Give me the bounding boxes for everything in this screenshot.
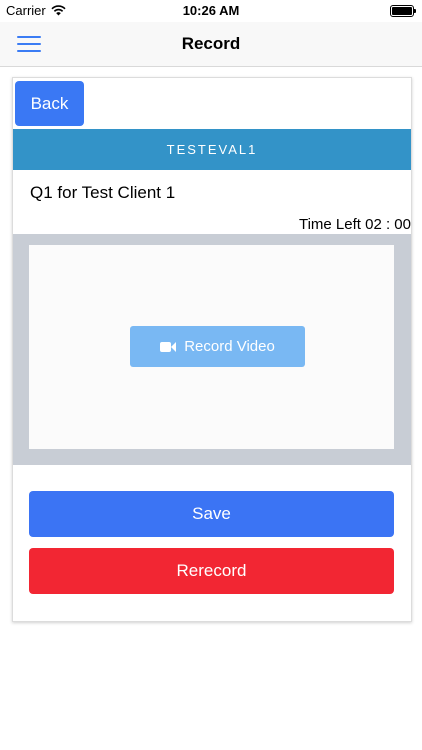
nav-bar: Record [0, 22, 422, 67]
section-header: TESTEVAL1 [13, 129, 411, 170]
record-video-button[interactable]: Record Video [130, 326, 305, 367]
rerecord-button[interactable]: Rerecord [29, 548, 394, 594]
record-card: Back TESTEVAL1 Q1 for Test Client 1 Time… [12, 77, 412, 622]
status-time: 10:26 AM [182, 3, 240, 18]
video-preview: Record Video [29, 245, 394, 449]
time-left-label: Time Left 02 : 00 [298, 216, 411, 233]
save-button[interactable]: Save [29, 491, 394, 537]
page-title: Record [181, 34, 241, 53]
battery-icon [390, 5, 416, 17]
back-button[interactable]: Back [15, 81, 84, 126]
video-camera-icon [160, 341, 177, 353]
record-video-label: Record Video [184, 338, 275, 355]
status-bar: Carrier 10:26 AM [0, 0, 422, 22]
video-frame: Record Video [13, 234, 411, 465]
question-text: Q1 for Test Client 1 [30, 183, 176, 202]
